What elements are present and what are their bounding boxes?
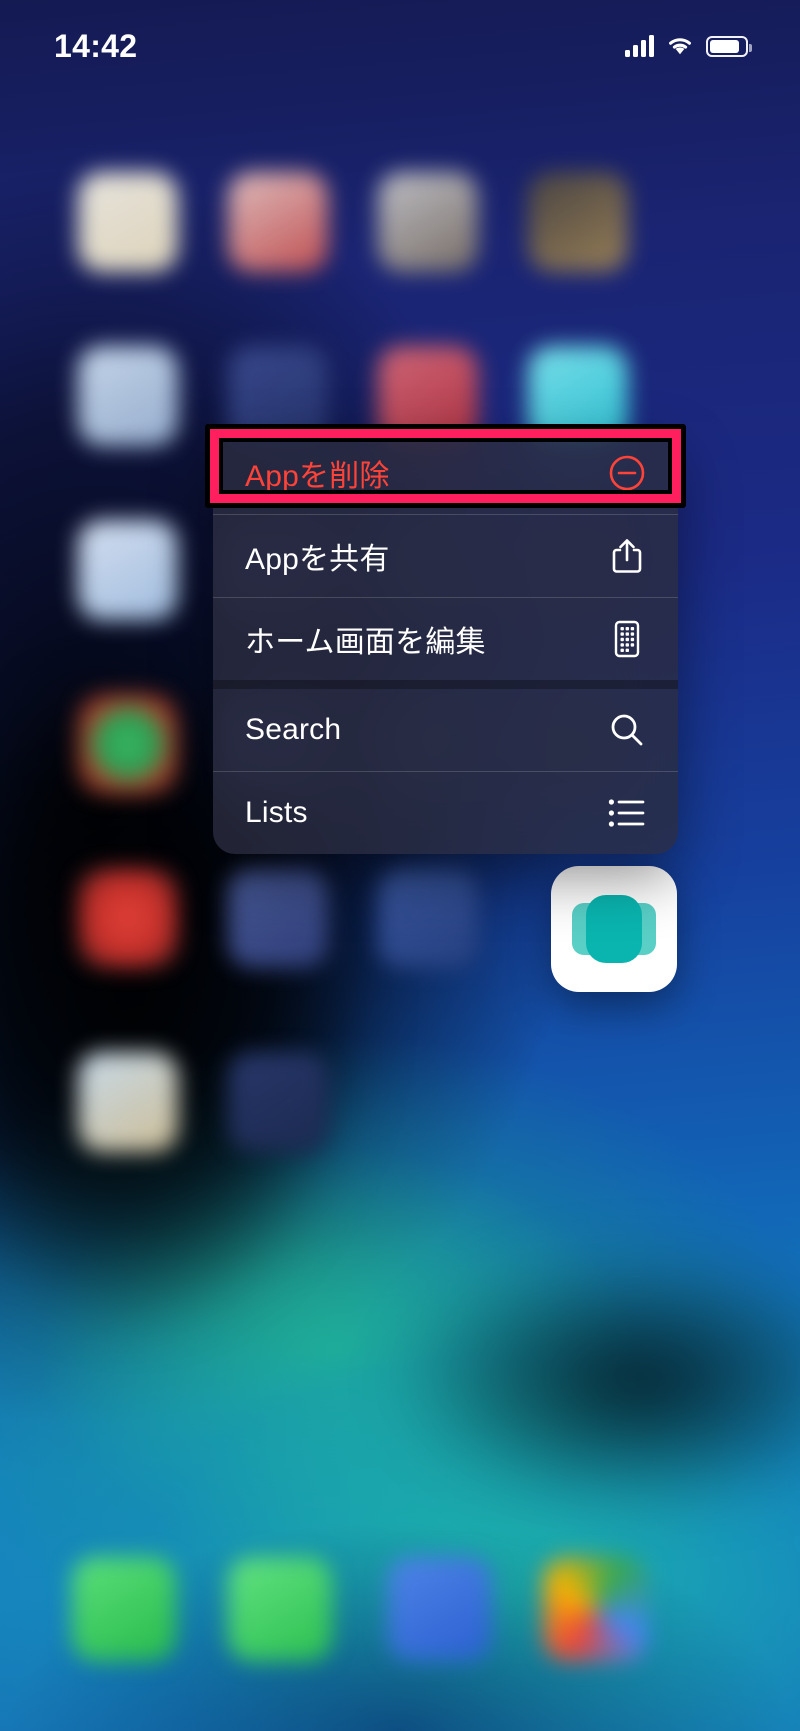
menu-item-label: Appを削除 (245, 460, 390, 493)
wifi-icon (666, 35, 694, 57)
blurred-app-icon (78, 346, 178, 446)
signal-bars-icon (625, 35, 654, 57)
menu-item-label: Appを共有 (245, 543, 390, 576)
menu-group-separator (213, 680, 678, 689)
blurred-app-icon (378, 868, 478, 968)
menu-item-label: ホーム画面を編集 (245, 626, 486, 659)
status-bar-indicators (625, 35, 752, 57)
dock-app-icon (544, 1557, 648, 1661)
blurred-app-icon (78, 868, 178, 968)
blurred-app-icon (228, 172, 328, 272)
menu-item-lists[interactable]: Lists (213, 772, 678, 854)
home-screen-app-grid (0, 0, 800, 1731)
blurred-app-icon (78, 520, 178, 620)
blurred-app-icon (228, 1052, 328, 1152)
blurred-app-icon (528, 172, 628, 272)
menu-item-delete-app[interactable]: Appを削除 (213, 432, 678, 514)
menu-item-label: Lists (245, 796, 308, 829)
dock-app-icon (72, 1557, 176, 1661)
blurred-app-icon (228, 346, 328, 446)
status-bar-clock: 14:42 (54, 27, 138, 64)
dock-app-icon (228, 1557, 332, 1661)
menu-item-share-app[interactable]: Appを共有 (213, 515, 678, 597)
edit-home-screen-icon (606, 618, 648, 660)
menu-item-edit-home-screen[interactable]: ホーム画面を編集 (213, 598, 678, 680)
bullet-list-icon (606, 792, 648, 834)
minus-circle-icon (606, 452, 648, 494)
share-icon (606, 535, 648, 577)
app-icon-glyph-core (586, 895, 642, 963)
menu-item-label: Search (245, 713, 342, 746)
app-icon-glyph (572, 895, 656, 963)
blurred-app-icon (228, 868, 328, 968)
blurred-app-icon (528, 346, 628, 446)
status-bar: 14:42 (0, 0, 800, 92)
home-screen-dock (0, 1481, 800, 1731)
app-context-menu: Appを削除 Appを共有 ホーム画面を編集 Search Lists (213, 432, 678, 854)
blurred-app-icon (78, 694, 178, 794)
blurred-app-icon (78, 172, 178, 272)
menu-item-search[interactable]: Search (213, 689, 678, 771)
blurred-app-icon (378, 172, 478, 272)
search-icon (606, 709, 648, 751)
blurred-app-icon (78, 1052, 178, 1152)
battery-icon (706, 35, 752, 57)
focused-app-icon[interactable] (551, 866, 677, 992)
iphone-screen: 14:42 Appを削除 Appを共有 ホーム画面を編集 Search List… (0, 0, 800, 1731)
blurred-app-icon (378, 346, 478, 446)
dock-app-icon (388, 1557, 492, 1661)
